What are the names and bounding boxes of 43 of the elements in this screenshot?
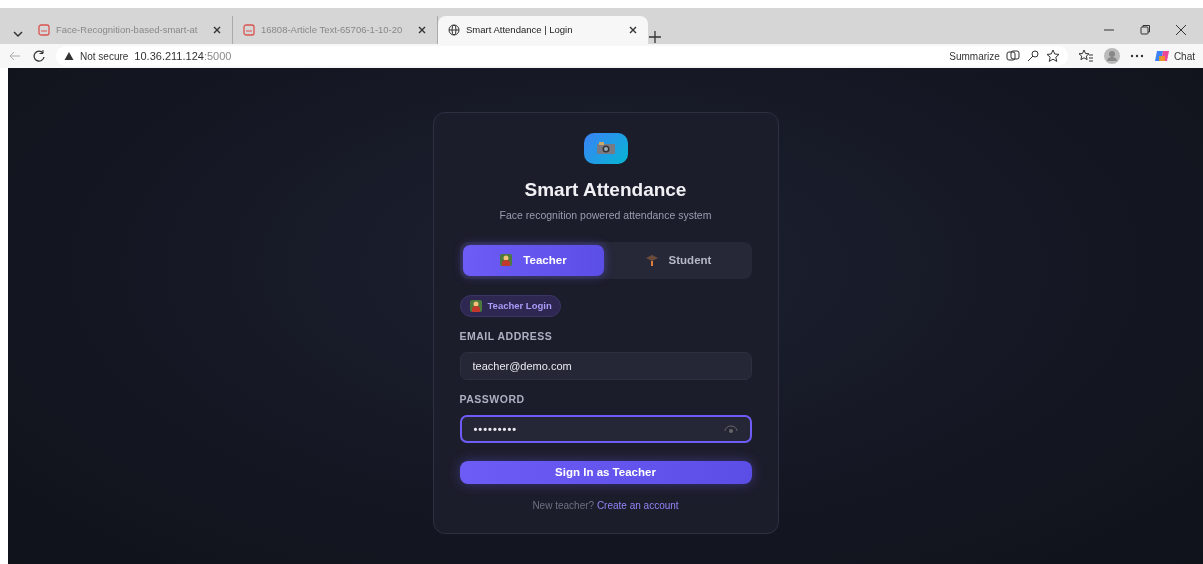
summarize-label: Summarize: [949, 49, 1000, 64]
close-icon[interactable]: [1175, 24, 1187, 36]
role-tab[interactable]: Student: [607, 244, 749, 276]
warning-icon: [64, 51, 74, 61]
summarize-icon[interactable]: [1005, 49, 1020, 63]
close-icon[interactable]: [628, 25, 638, 35]
camera-icon: [595, 141, 616, 156]
eye-icon[interactable]: [723, 423, 738, 434]
star-icon[interactable]: [1045, 49, 1060, 63]
url-text: 10.36.211.124:5000: [134, 48, 232, 64]
tab-title: Smart Attendance | Login: [466, 22, 574, 37]
password-field[interactable]: •••••••••: [459, 414, 752, 443]
app-title: Smart Attendance: [524, 177, 687, 202]
teacher-icon: [499, 253, 514, 268]
role-badge: Teacher Login: [459, 294, 561, 317]
chat-button[interactable]: Chat: [1153, 48, 1195, 64]
security-label: Not secure: [80, 49, 129, 64]
role-tab[interactable]: Teacher: [462, 244, 604, 276]
profile-icon[interactable]: [1103, 48, 1120, 64]
teacher-icon: [468, 298, 483, 313]
field-label: PASSWORD: [459, 391, 525, 407]
favorites-icon[interactable]: [1077, 49, 1094, 63]
restore-icon[interactable]: [1139, 24, 1151, 36]
key-icon[interactable]: [1025, 49, 1040, 63]
field-label: EMAIL ADDRESS: [459, 329, 553, 344]
graduation-cap-icon: [644, 253, 659, 268]
tab-title: Face-Recognition-based-smart-at: [56, 22, 199, 37]
sign-in-button[interactable]: Sign In as Teacher: [459, 460, 752, 484]
email-field[interactable]: teacher@demo.com: [459, 351, 752, 380]
copilot-icon: [1153, 48, 1170, 64]
app-subtitle: Face recognition powered attendance system: [499, 208, 712, 223]
new-tab-icon[interactable]: [648, 30, 662, 44]
pdf-icon: [38, 24, 50, 36]
browser-tab[interactable]: Smart Attendance | Login: [438, 16, 648, 44]
close-icon[interactable]: [417, 25, 427, 35]
globe-icon: [448, 24, 460, 36]
address-bar[interactable]: Not secure 10.36.211.124:5000 Summarize: [56, 46, 1068, 66]
reload-icon[interactable]: [32, 49, 46, 63]
close-icon[interactable]: [212, 25, 222, 35]
pdf-icon: [243, 24, 255, 36]
create-account-link[interactable]: Create an account: [596, 500, 679, 511]
tab-title: 16808-Article Text-65706-1-10-20: [261, 22, 404, 37]
signup-prompt: New teacher? Create an account: [532, 499, 679, 513]
